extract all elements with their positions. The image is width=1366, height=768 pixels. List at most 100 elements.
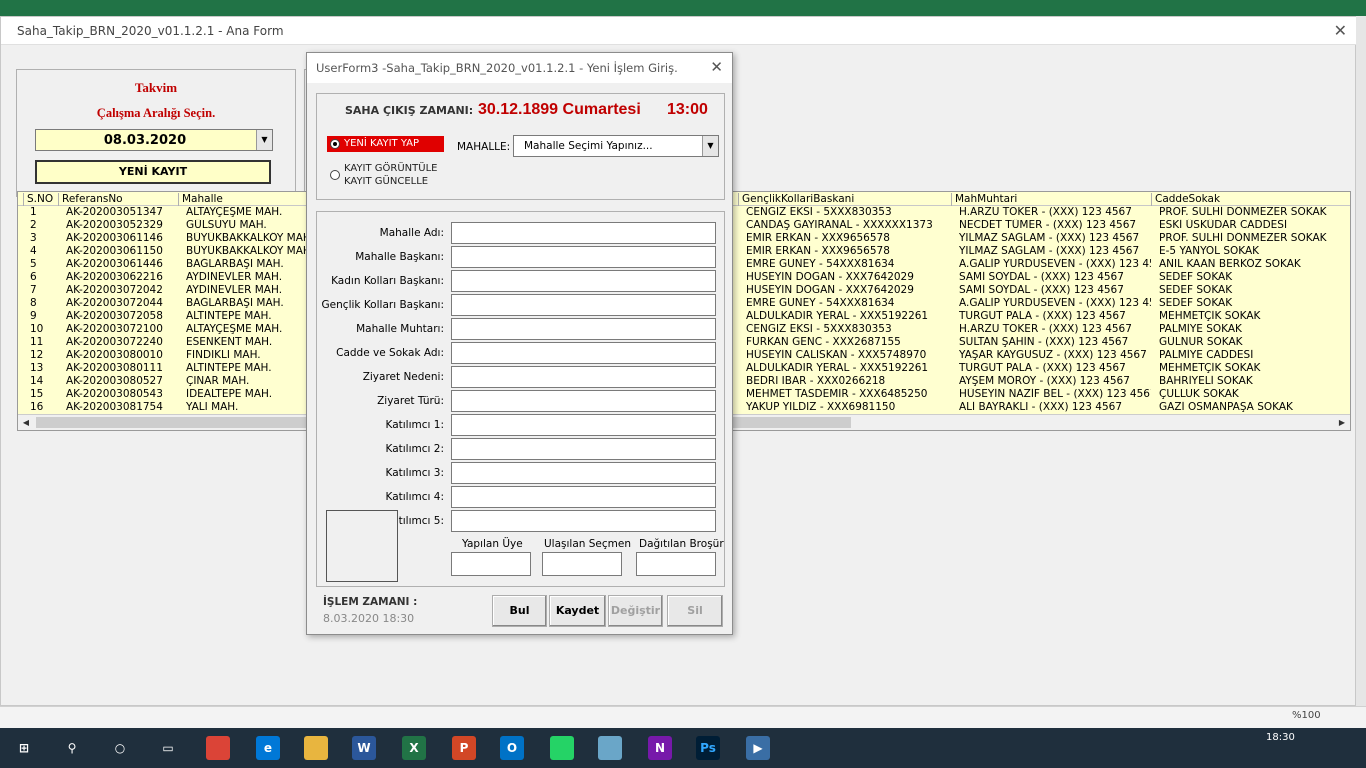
field-input[interactable] (451, 294, 716, 316)
table-cell: SEDEF SOKAK (1159, 297, 1233, 309)
word-icon[interactable]: W (352, 736, 376, 760)
table-cell: SAMİ SOYDAL - (XXX) 123 4567 (959, 271, 1124, 283)
excel-icon[interactable]: X (402, 736, 426, 760)
new-record-button[interactable]: YENİ KAYIT (35, 160, 271, 184)
count-label: Ulaşılan Seçmen (544, 538, 632, 550)
outlook-icon[interactable]: O (500, 736, 524, 760)
chevron-down-icon[interactable]: ▼ (256, 130, 272, 150)
table-cell: SULTAN ŞAHİN - (XXX) 123 4567 (959, 336, 1129, 348)
field-label: Mahalle Başkanı: (355, 251, 444, 263)
chrome-icon[interactable] (206, 736, 230, 760)
table-cell: HÜSEYİN NAZİF BEL - (XXX) 123 4567 (959, 388, 1151, 400)
field-label: Katılımcı 2: (385, 443, 444, 455)
field-input[interactable] (451, 462, 716, 484)
count-input[interactable] (451, 552, 531, 576)
field-input[interactable] (451, 318, 716, 340)
table-cell: 4 (30, 245, 37, 257)
photoshop-icon[interactable]: Ps (696, 736, 720, 760)
table-cell: MEHMET TASDEMIR - XXX6485250 (746, 388, 928, 400)
table-cell: PALMİYE SOKAK (1159, 323, 1242, 335)
find-button[interactable]: Bul (492, 595, 547, 627)
table-cell: BÜYÜKBAKKALKÖY MAH. (186, 245, 313, 257)
count-input[interactable] (636, 552, 716, 576)
powerpoint-icon[interactable]: P (452, 736, 476, 760)
table-cell: GÜLNUR SOKAK (1159, 336, 1243, 348)
right-scrollbar[interactable] (1356, 16, 1366, 706)
save-button[interactable]: Kaydet (549, 595, 606, 627)
scroll-left-icon[interactable]: ◀ (18, 415, 34, 430)
status-bar: %100 (0, 706, 1366, 728)
media-player-icon[interactable]: ▶ (746, 736, 770, 760)
column-header[interactable]: MahMuhtari (951, 193, 1017, 206)
windows-start-icon[interactable]: ⊞ (12, 736, 36, 760)
clock[interactable]: 18:30 (1266, 732, 1295, 743)
table-cell: AYDINEVLER MAH. (186, 271, 283, 283)
table-cell: AK-202003061146 (66, 232, 163, 244)
radio-selected-icon[interactable] (330, 139, 340, 149)
task-view-icon[interactable]: ▭ (156, 736, 180, 760)
field-label: Cadde ve Sokak Adı: (336, 347, 444, 359)
table-cell: 7 (30, 284, 37, 296)
field-label: Ziyaret Türü: (377, 395, 444, 407)
onenote-icon[interactable]: N (648, 736, 672, 760)
table-cell: EMİR ERKAN - XXX9656578 (746, 232, 890, 244)
column-header[interactable]: S.NO (23, 193, 53, 206)
mahalle-combobox[interactable]: Mahalle Seçimi Yapınız... ▼ (513, 135, 719, 157)
top-frame: SAHA ÇIKIŞ ZAMANI: 30.12.1899 Cumartesi … (316, 93, 725, 200)
file-explorer-icon[interactable] (304, 736, 328, 760)
field-input[interactable] (451, 414, 716, 436)
close-icon[interactable]: ✕ (710, 58, 723, 76)
taskbar: ⊞ ⚲ ○ ▭ e W X P O N Ps ▶ 18:30 (0, 728, 1366, 768)
field-input[interactable] (451, 366, 716, 388)
field-input[interactable] (451, 486, 716, 508)
table-cell: A.GALİP YURDUSEVEN - (XXX) 123 4567 (959, 258, 1151, 270)
edge-icon[interactable]: e (256, 736, 280, 760)
scroll-right-icon[interactable]: ▶ (1334, 415, 1350, 430)
table-cell: AK-202003072058 (66, 310, 163, 322)
search-icon[interactable]: ⚲ (60, 736, 84, 760)
column-header[interactable]: Mahalle (178, 193, 223, 206)
field-input[interactable] (451, 246, 716, 268)
table-cell: PROF. SULHİ DÖNMEZER SOKAK (1159, 232, 1327, 244)
chevron-down-icon[interactable]: ▼ (702, 136, 718, 156)
field-input[interactable] (451, 438, 716, 460)
option-new-record[interactable]: YENİ KAYIT YAP (327, 136, 444, 152)
table-cell: BEDRI IBAR - XXX0266218 (746, 375, 886, 387)
table-cell: AK-202003051347 (66, 206, 163, 218)
close-icon[interactable]: ✕ (1334, 21, 1347, 40)
delete-button[interactable]: Sil (667, 595, 723, 627)
column-header[interactable]: ReferansNo (58, 193, 123, 206)
table-cell: MEHMETÇİK SOKAK (1159, 362, 1261, 374)
table-cell: 8 (30, 297, 37, 309)
photo-box (326, 510, 398, 582)
column-header[interactable]: CaddeSokak (1151, 193, 1220, 206)
field-input[interactable] (451, 510, 716, 532)
table-cell: EMRE GUNEY - 54XXX81634 (746, 297, 895, 309)
table-cell: AK-202003081754 (66, 401, 163, 413)
radio-icon[interactable] (330, 170, 340, 180)
table-cell: FURKAN GENC - XXX2687155 (746, 336, 901, 348)
field-input[interactable] (451, 270, 716, 292)
count-input[interactable] (542, 552, 622, 576)
table-cell: SEDEF SOKAK (1159, 284, 1233, 296)
app-icon[interactable] (598, 736, 622, 760)
table-cell: AK-202003080527 (66, 375, 163, 387)
table-cell: H.ARZU TOKER - (XXX) 123 4567 (959, 206, 1132, 218)
table-cell: H.ARZU TOKER - (XXX) 123 4567 (959, 323, 1132, 335)
table-cell: ALDULKADIR YERAL - XXX5192261 (746, 362, 929, 374)
field-input[interactable] (451, 390, 716, 412)
table-cell: ALTINTEPE MAH. (186, 310, 272, 322)
table-cell: ALİ BAYRAKLI - (XXX) 123 4567 (959, 401, 1123, 413)
whatsapp-icon[interactable] (550, 736, 574, 760)
date-combobox[interactable]: 08.03.2020 ▼ (35, 129, 273, 151)
cortana-icon[interactable]: ○ (108, 736, 132, 760)
table-cell: CANDAŞ GAYIRANAL - XXXXXX1373 (746, 219, 933, 231)
change-button[interactable]: Değiştir (608, 595, 663, 627)
field-input[interactable] (451, 222, 716, 244)
option-view-record[interactable]: KAYIT GÖRÜNTÜLE KAYIT GÜNCELLE (327, 162, 447, 188)
field-input[interactable] (451, 342, 716, 364)
table-cell: AK-202003080010 (66, 349, 163, 361)
table-cell: ESKİ ÜSKÜDAR CADDESİ (1159, 219, 1288, 231)
zoom-level[interactable]: %100 (1292, 710, 1321, 721)
column-header[interactable]: GençlikKollariBaskani (738, 193, 854, 206)
